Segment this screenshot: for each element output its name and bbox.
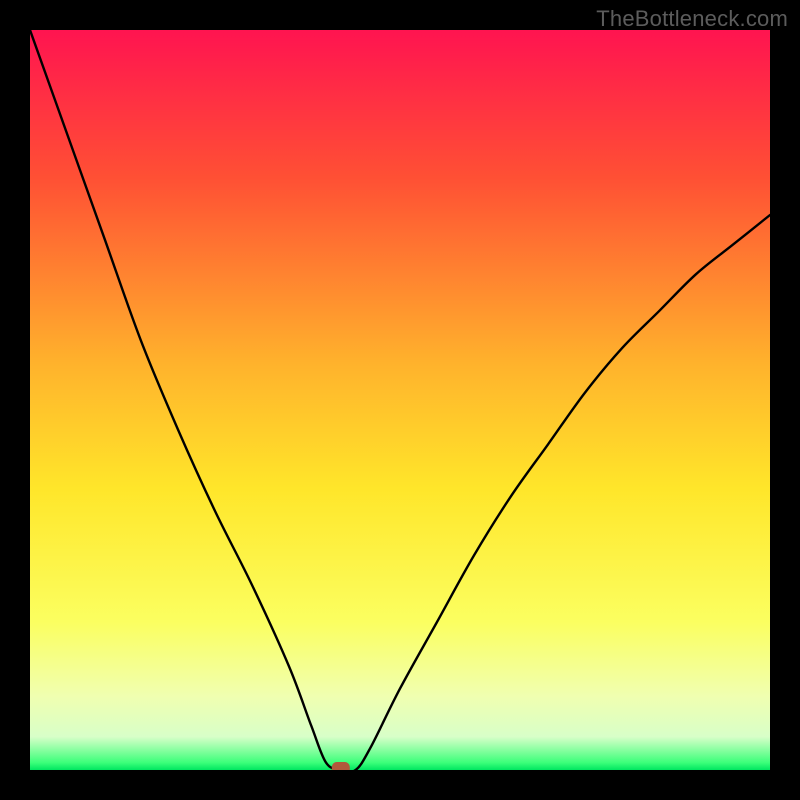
gradient-background [30,30,770,770]
optimum-marker [332,762,350,770]
plot-area [30,30,770,770]
watermark-text: TheBottleneck.com [596,6,788,32]
chart-frame: TheBottleneck.com [0,0,800,800]
chart-svg [30,30,770,770]
